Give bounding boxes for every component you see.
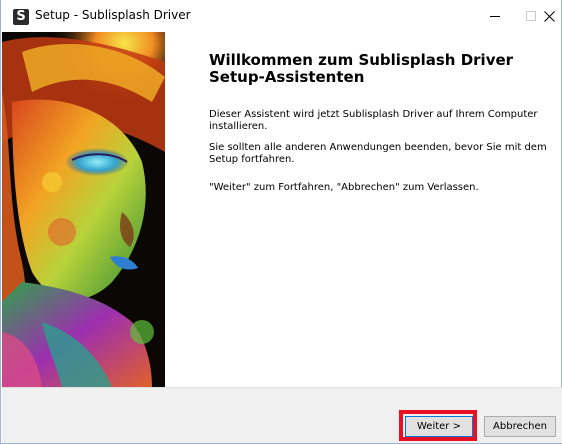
welcome-panel: Willkommen zum Sublisplash Driver Setup-…	[165, 32, 561, 387]
intro-text: Dieser Assistent wird jetzt Sublisplash …	[209, 109, 538, 132]
setup-window: S Setup - Sublisplash Driver Willkommen …	[0, 0, 562, 444]
button-bar: Weiter > Abbrechen	[2, 387, 562, 443]
app-s-icon: S	[13, 9, 29, 25]
close-apps-text: Sie sollten alle anderen Anwendungen bee…	[209, 142, 547, 165]
window-title: Setup - Sublisplash Driver	[35, 8, 191, 22]
close-button[interactable]	[527, 0, 562, 32]
instructions-text: "Weiter" zum Fortfahren, "Abbrechen" zum…	[209, 182, 479, 193]
next-button[interactable]: Weiter >	[405, 416, 473, 437]
face-artwork-image	[2, 32, 165, 387]
minimize-icon	[490, 16, 500, 17]
cancel-button[interactable]: Abbrechen	[484, 416, 556, 437]
welcome-heading: Willkommen zum Sublisplash Driver Setup-…	[209, 51, 514, 86]
close-icon	[543, 10, 555, 22]
wizard-side-image	[2, 32, 165, 387]
title-bar[interactable]: S Setup - Sublisplash Driver	[1, 0, 561, 32]
